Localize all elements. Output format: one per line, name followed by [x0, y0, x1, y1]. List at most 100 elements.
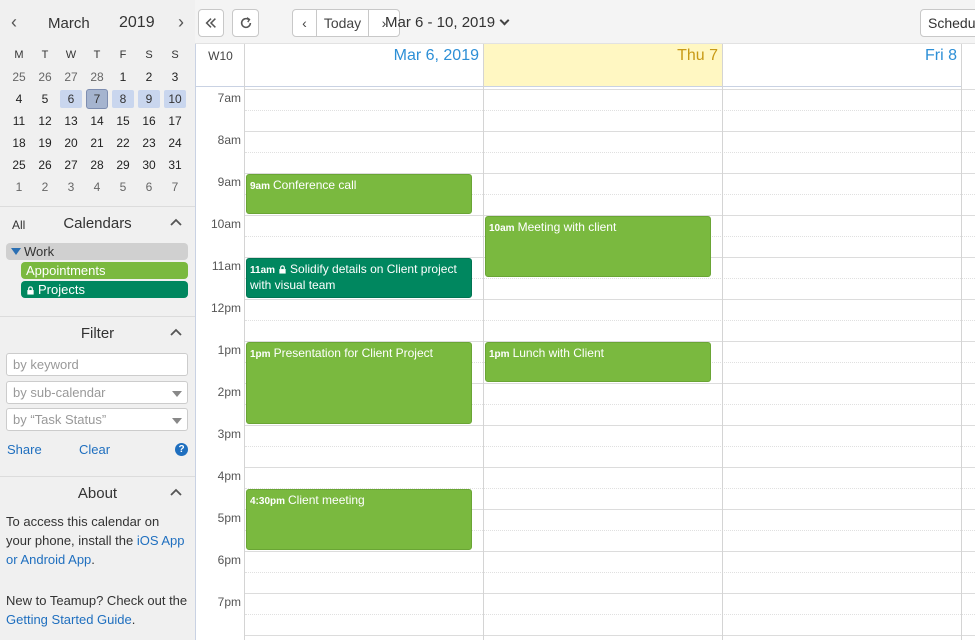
hour-label: 10am [210, 217, 241, 231]
mini-calendar-day[interactable]: 13 [58, 112, 84, 130]
subcalendar-filter-select[interactable]: by sub-calendar [6, 381, 188, 404]
calendar-event[interactable]: 10am Meeting with client [485, 216, 711, 277]
event-time: 1pm [489, 349, 510, 360]
calendar-event[interactable]: 11am Solidify details on Client project w… [246, 258, 472, 298]
mini-calendar-day[interactable]: 11 [6, 112, 32, 130]
task-status-filter-select[interactable]: by “Task Status” [6, 408, 188, 431]
mini-calendar-day[interactable]: 3 [162, 68, 188, 86]
chevron-left-icon: ‹ [302, 15, 307, 31]
collapse-chevron-up-icon[interactable] [169, 485, 183, 499]
mini-calendar-year[interactable]: 2019 [119, 14, 155, 32]
mini-calendar-day[interactable]: 26 [32, 68, 58, 86]
mini-calendar-day[interactable]: 22 [110, 134, 136, 152]
mini-calendar-day[interactable]: 8 [112, 90, 134, 108]
weekday-label: S [171, 49, 179, 61]
mini-calendar-day[interactable]: 27 [58, 68, 84, 86]
prev-month-arrow-icon[interactable]: ‹ [6, 12, 22, 32]
mini-calendar-day[interactable]: 2 [136, 68, 162, 86]
mini-calendar-day[interactable]: 16 [136, 112, 162, 130]
mini-calendar-day[interactable]: 17 [162, 112, 188, 130]
hour-label: 7am [217, 91, 241, 105]
hour-label: 8am [217, 133, 241, 147]
mini-calendar-day[interactable]: 4 [6, 90, 32, 108]
mini-calendar-day[interactable]: 25 [6, 68, 32, 86]
calendar-app: ‹ March 2019 › M T W T F S S 25 26 27 28 1 2 3 4 5 6 7 8 9 1… [0, 0, 975, 640]
mini-calendar-day[interactable]: 18 [6, 134, 32, 152]
hour-gridline [245, 299, 975, 300]
keyword-filter-input[interactable]: by keyword [6, 353, 188, 376]
mini-calendar-day[interactable]: 25 [6, 156, 32, 174]
collapse-sidebar-button[interactable] [198, 9, 224, 37]
mini-calendar-day[interactable]: 7 [162, 178, 188, 196]
mini-calendar-day[interactable]: 23 [136, 134, 162, 152]
calendar-event[interactable]: 4:30pm Client meeting [246, 489, 472, 550]
calendar-item-projects[interactable]: Projects [21, 281, 188, 298]
collapse-chevron-up-icon[interactable] [169, 215, 183, 229]
mini-calendar-day[interactable]: 2 [32, 178, 58, 196]
expand-triangle-icon[interactable] [11, 248, 21, 255]
next-month-arrow-icon[interactable]: › [173, 12, 189, 32]
mini-calendar-day[interactable]: 24 [162, 134, 188, 152]
mini-calendar-day[interactable]: 20 [58, 134, 84, 152]
clear-link[interactable]: Clear [79, 442, 110, 457]
calendar-item-label: Appointments [26, 263, 106, 278]
refresh-button[interactable] [232, 9, 259, 37]
mini-calendar-month[interactable]: March [48, 15, 90, 32]
mini-calendar-day[interactable]: 15 [110, 112, 136, 130]
getting-started-guide-link[interactable]: Getting Started Guide [6, 612, 132, 627]
mini-calendar-day[interactable]: 19 [32, 134, 58, 152]
help-icon[interactable]: ? [175, 443, 188, 456]
event-title: Conference call [273, 178, 357, 192]
mini-calendar-day[interactable]: 26 [32, 156, 58, 174]
calendar-event[interactable]: 1pm Presentation for Client Project [246, 342, 472, 424]
weekday-label: F [119, 49, 127, 61]
mini-calendar-day[interactable]: 28 [84, 68, 110, 86]
mini-calendar-day[interactable]: 1 [6, 178, 32, 196]
share-link[interactable]: Share [7, 442, 42, 457]
calendar-group-work[interactable]: Work [6, 243, 188, 260]
hour-gridline [245, 425, 975, 426]
mini-calendar-day[interactable]: 5 [110, 178, 136, 196]
mini-calendar-day[interactable]: 14 [84, 112, 110, 130]
mini-calendar-day[interactable]: 1 [110, 68, 136, 86]
event-title: Presentation for Client Project [273, 346, 433, 360]
hour-gridline [245, 551, 975, 552]
mini-calendar-day[interactable]: 4 [84, 178, 110, 196]
calendar-event[interactable]: 1pm Lunch with Client [485, 342, 711, 382]
hour-gridline [245, 467, 975, 468]
mini-calendar-day[interactable]: 30 [136, 156, 162, 174]
date-range-selector[interactable]: Mar 6 - 10, 2019 [385, 14, 510, 31]
mini-calendar-day[interactable]: 6 [60, 90, 82, 108]
event-time: 1pm [250, 349, 271, 360]
hour-gridline [245, 635, 975, 636]
mini-calendar-day[interactable]: 9 [138, 90, 160, 108]
mini-calendar-day[interactable]: 31 [162, 156, 188, 174]
mini-calendar-day[interactable]: 21 [84, 134, 110, 152]
mini-calendar-day[interactable]: 3 [58, 178, 84, 196]
calendar-item-appointments[interactable]: Appointments [21, 262, 188, 279]
day-column-divider [244, 44, 245, 640]
collapse-chevron-up-icon[interactable] [169, 325, 183, 339]
mini-calendar-day[interactable]: 27 [58, 156, 84, 174]
lock-icon [279, 265, 286, 274]
date-range-label: Mar 6 - 10, 2019 [385, 14, 496, 31]
day-header[interactable]: Mar 6, 2019 [245, 44, 484, 87]
event-title: Lunch with Client [512, 346, 604, 360]
previous-range-button[interactable]: ‹ [293, 10, 317, 36]
mini-calendar-day[interactable]: 6 [136, 178, 162, 196]
day-header[interactable]: Thu 7 [484, 44, 723, 87]
today-button[interactable]: Today [317, 10, 369, 36]
mini-calendar-day[interactable]: 5 [32, 90, 58, 108]
hour-label: 11am [211, 259, 241, 273]
mini-calendar-day[interactable]: 10 [164, 90, 186, 108]
scheduler-view-button[interactable]: Scheduler [920, 9, 975, 37]
calendar-event[interactable]: 9am Conference call [246, 174, 472, 214]
hour-label: 9am [217, 175, 241, 189]
mini-calendar-day[interactable]: 12 [32, 112, 58, 130]
half-hour-gridline [245, 110, 975, 111]
mini-calendar-day[interactable]: 7 [86, 89, 108, 109]
mini-calendar-day[interactable]: 28 [84, 156, 110, 174]
date-navigation-group: ‹ Today › [292, 9, 400, 37]
day-header[interactable]: Fri 8 [723, 44, 962, 87]
mini-calendar-day[interactable]: 29 [110, 156, 136, 174]
